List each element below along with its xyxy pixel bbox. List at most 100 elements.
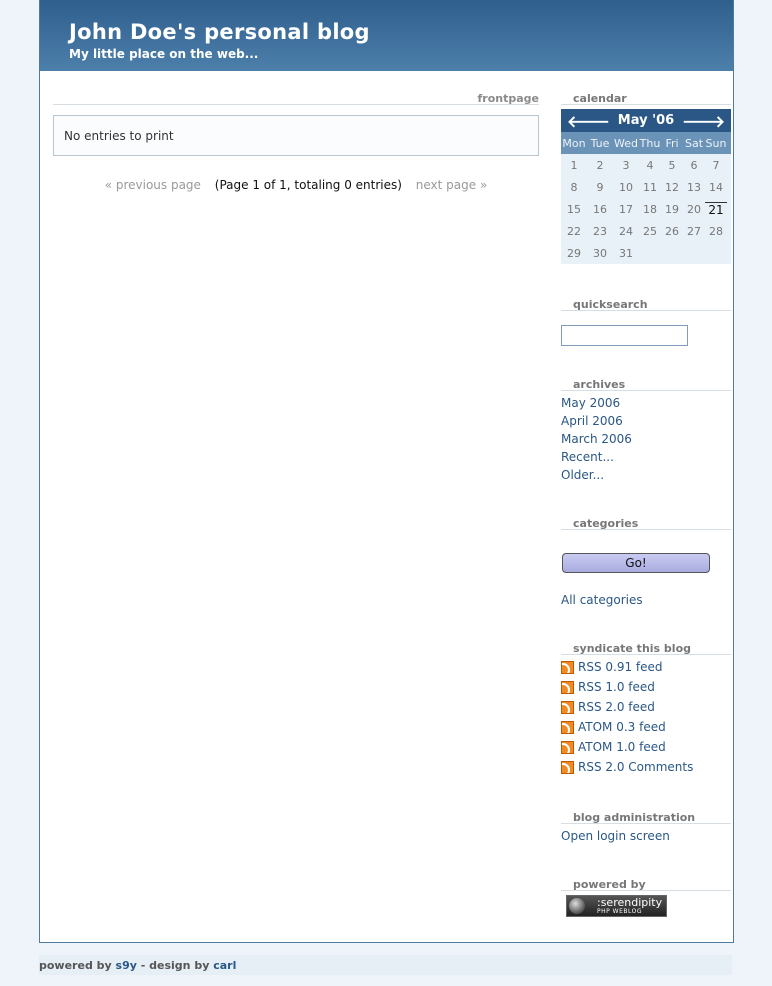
pagination: « previous page (Page 1 of 1, totaling 0… [53, 178, 539, 192]
quicksearch-input[interactable] [561, 325, 688, 346]
prev-month-arrow-icon[interactable]: 🡐 [567, 111, 610, 131]
feed-label: RSS 2.0 Comments [578, 760, 694, 774]
footer-designer-link[interactable]: carl [213, 959, 236, 972]
calendar-day[interactable]: 1 [561, 159, 587, 172]
footer-powered-prefix: powered by [39, 959, 112, 972]
archives-heading-label: archives [573, 378, 626, 391]
footer-s9y-link[interactable]: s9y [116, 959, 137, 972]
feed-atom-10[interactable]: ATOM 1.0 feed [561, 740, 666, 754]
calendar-day[interactable]: 22 [561, 225, 587, 238]
rss-icon [561, 720, 574, 734]
calendar-day[interactable]: 5 [661, 159, 683, 172]
admin-heading: blog administration [561, 811, 731, 824]
calendar-day[interactable]: 28 [705, 225, 727, 238]
weekday-label: Thu [639, 136, 661, 150]
no-entries-message: No entries to print [64, 129, 174, 143]
footer: powered by s9y - design by carl [39, 955, 732, 975]
entries-box: No entries to print [53, 115, 539, 156]
calendar-day[interactable]: 30 [587, 247, 613, 260]
feed-rss-10[interactable]: RSS 1.0 feed [561, 680, 655, 694]
serendipity-badge[interactable]: :serendipity PHP WEBLOG [566, 895, 667, 917]
blog-description: My little place on the web... [69, 47, 259, 61]
archive-link-older[interactable]: Older... [561, 468, 604, 482]
calendar-day[interactable]: 14 [705, 181, 727, 194]
weekday-label: Wed [614, 136, 638, 150]
feed-label: RSS 0.91 feed [578, 660, 663, 674]
weekday-label: Tue [590, 136, 610, 150]
calendar-heading-label: calendar [573, 92, 627, 105]
calendar-day[interactable]: 26 [661, 225, 683, 238]
calendar-day[interactable]: 31 [613, 247, 639, 260]
calendar-day[interactable]: 10 [613, 181, 639, 194]
calendar-day[interactable]: 12 [661, 181, 683, 194]
admin-heading-label: blog administration [573, 811, 696, 824]
rss-icon [561, 660, 574, 674]
badge-subtitle: PHP WEBLOG [597, 908, 642, 915]
quicksearch-heading-label: quicksearch [573, 298, 648, 311]
calendar-day[interactable]: 27 [683, 225, 705, 238]
weekday-label: Mon [562, 136, 586, 150]
header-banner: John Doe's personal blog My little place… [40, 0, 733, 71]
calendar-day[interactable]: 24 [613, 225, 639, 238]
feed-label: ATOM 1.0 feed [578, 740, 666, 754]
calendar-day[interactable]: 2 [587, 159, 613, 172]
calendar-heading: calendar [561, 92, 731, 105]
calendar-day[interactable]: 29 [561, 247, 587, 260]
rss-icon [561, 680, 574, 694]
calendar-day[interactable]: 16 [587, 203, 613, 216]
categories-heading-label: categories [573, 517, 639, 530]
calendar-widget: 🡐 May '06 🡒 Mon Tue Wed Thu Fri Sat Sun … [561, 109, 731, 264]
calendar-day[interactable]: 20 [683, 203, 705, 216]
archive-link-may-2006[interactable]: May 2006 [561, 396, 620, 410]
rss-icon [561, 700, 574, 714]
calendar-day[interactable]: 23 [587, 225, 613, 238]
categories-go-button[interactable]: Go! [562, 553, 710, 573]
calendar-day[interactable]: 13 [683, 181, 705, 194]
rss-icon [561, 760, 574, 774]
archives-heading: archives [561, 378, 731, 391]
archive-link-april-2006[interactable]: April 2006 [561, 414, 623, 428]
page-info: (Page 1 of 1, totaling 0 entries) [214, 178, 402, 192]
blog-title[interactable]: John Doe's personal blog [69, 20, 370, 44]
weekday-label: Sat [684, 136, 704, 150]
syndicate-heading-label: syndicate this blog [573, 642, 691, 655]
open-login-link[interactable]: Open login screen [561, 829, 670, 843]
archive-link-march-2006[interactable]: March 2006 [561, 432, 632, 446]
feed-label: ATOM 0.3 feed [578, 720, 666, 734]
calendar-day[interactable]: 6 [683, 159, 705, 172]
calendar-days-grid: 1 2 3 4 5 6 7 8 9 10 11 12 13 14 15 16 17 18 19 20 21 22 23 24 2… [561, 154, 731, 264]
calendar-day[interactable]: 18 [639, 203, 661, 216]
feed-rss-20-comments[interactable]: RSS 2.0 Comments [561, 760, 693, 774]
serendipity-logo-icon [569, 898, 585, 914]
calendar-day[interactable]: 8 [561, 181, 587, 194]
calendar-month-label[interactable]: May '06 [618, 113, 674, 128]
frontpage-label: frontpage [477, 92, 540, 105]
footer-design-prefix: - design by [140, 959, 210, 972]
calendar-day[interactable]: 3 [613, 159, 639, 172]
feed-label: RSS 1.0 feed [578, 680, 655, 694]
calendar-day[interactable]: 19 [661, 203, 683, 216]
calendar-day[interactable]: 15 [561, 203, 587, 216]
calendar-weekday-row: Mon Tue Wed Thu Fri Sat Sun [561, 132, 731, 154]
archive-link-recent[interactable]: Recent... [561, 450, 614, 464]
next-month-arrow-icon[interactable]: 🡒 [682, 111, 725, 131]
feed-rss-091[interactable]: RSS 0.91 feed [561, 660, 663, 674]
calendar-day[interactable]: 9 [587, 181, 613, 194]
categories-heading: categories [561, 517, 731, 530]
calendar-day[interactable]: 25 [639, 225, 661, 238]
calendar-nav: 🡐 May '06 🡒 [561, 109, 731, 132]
feed-rss-20[interactable]: RSS 2.0 feed [561, 700, 655, 714]
next-page-link[interactable]: next page » [416, 178, 488, 192]
frontpage-heading: frontpage [53, 92, 539, 105]
all-categories-link[interactable]: All categories [561, 593, 643, 607]
previous-page-link[interactable]: « previous page [105, 178, 201, 192]
calendar-day[interactable]: 7 [705, 159, 727, 172]
calendar-day[interactable]: 11 [639, 181, 661, 194]
calendar-day[interactable]: 4 [639, 159, 661, 172]
calendar-day[interactable]: 17 [613, 203, 639, 216]
syndicate-heading: syndicate this blog [561, 642, 731, 655]
quicksearch-heading: quicksearch [561, 298, 731, 311]
calendar-day-today[interactable]: 21 [705, 201, 727, 217]
feed-atom-03[interactable]: ATOM 0.3 feed [561, 720, 666, 734]
page-container: John Doe's personal blog My little place… [39, 0, 734, 943]
